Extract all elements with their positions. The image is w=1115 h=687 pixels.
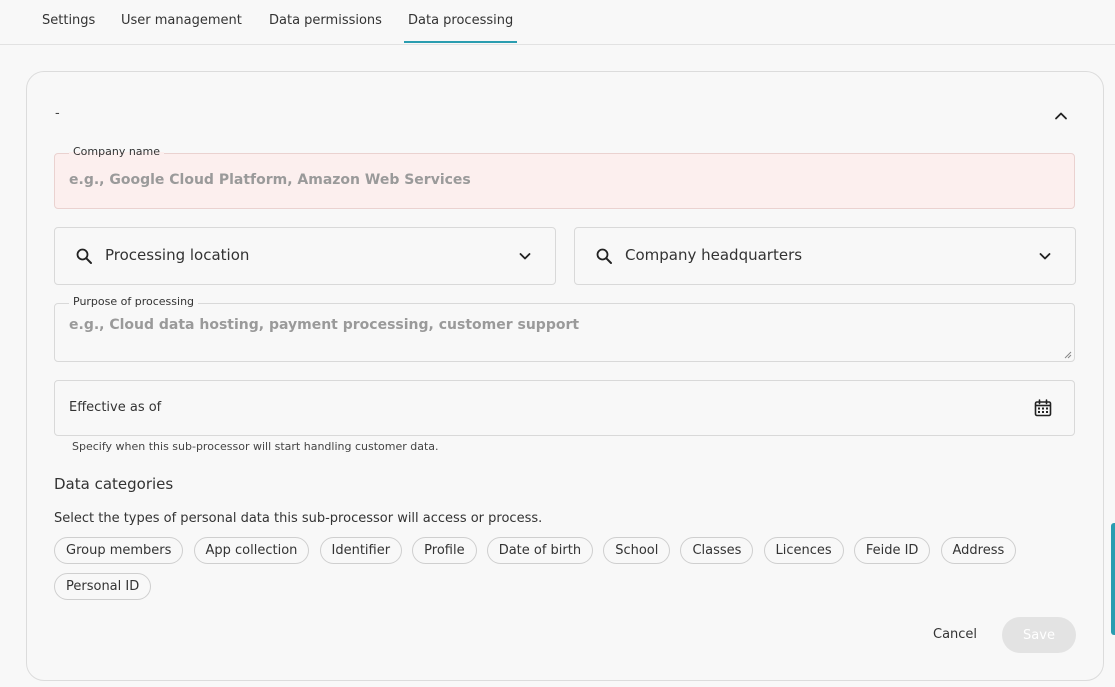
data-category-chips: Group members App collection Identifier …: [54, 537, 1054, 609]
processing-location-select[interactable]: Processing location: [54, 227, 556, 285]
sub-processor-card: - Company name e.g., Google Cloud Platfo…: [26, 71, 1104, 681]
company-name-label: Company name: [69, 145, 165, 159]
tab-data-processing[interactable]: Data processing: [403, 13, 518, 43]
side-panel-handle[interactable]: [1111, 523, 1115, 635]
chip-feide-id[interactable]: Feide ID: [853, 537, 931, 564]
tab-settings[interactable]: Settings: [42, 13, 95, 28]
data-categories-description: Select the types of personal data this s…: [54, 511, 543, 526]
search-icon: [596, 248, 612, 264]
chip-school[interactable]: School: [603, 537, 671, 564]
tab-data-permissions[interactable]: Data permissions: [269, 13, 382, 28]
chevron-down-icon: [1039, 253, 1051, 260]
processing-location-placeholder: Processing location: [105, 246, 250, 264]
cancel-button[interactable]: Cancel: [933, 627, 977, 642]
save-button[interactable]: Save: [1002, 617, 1076, 653]
search-icon: [76, 248, 92, 264]
effective-date-field[interactable]: Effective as of: [54, 380, 1075, 436]
purpose-label: Purpose of processing: [69, 295, 199, 309]
effective-date-helper: Specify when this sub-processor will sta…: [72, 440, 439, 453]
data-categories-title: Data categories: [54, 475, 174, 493]
chip-app-collection[interactable]: App collection: [193, 537, 310, 564]
chevron-up-icon[interactable]: [1053, 108, 1069, 124]
purpose-of-processing-field[interactable]: Purpose of processing e.g., Cloud data h…: [54, 295, 1075, 362]
effective-date-label: Effective as of: [69, 400, 162, 415]
tab-user-management[interactable]: User management: [121, 13, 242, 28]
chip-group-members[interactable]: Group members: [54, 537, 184, 564]
calendar-icon[interactable]: [1034, 399, 1052, 417]
chip-profile[interactable]: Profile: [412, 537, 477, 564]
chip-classes[interactable]: Classes: [680, 537, 754, 564]
chip-identifier[interactable]: Identifier: [319, 537, 403, 564]
chip-licences[interactable]: Licences: [763, 537, 844, 564]
purpose-placeholder: e.g., Cloud data hosting, payment proces…: [69, 317, 580, 333]
chip-personal-id[interactable]: Personal ID: [54, 573, 152, 600]
chip-date-of-birth[interactable]: Date of birth: [486, 537, 594, 564]
company-headquarters-placeholder: Company headquarters: [625, 246, 803, 264]
chevron-down-icon: [519, 253, 531, 260]
company-name-field[interactable]: Company name e.g., Google Cloud Platform…: [54, 145, 1075, 209]
company-name-placeholder: e.g., Google Cloud Platform, Amazon Web …: [69, 172, 471, 188]
company-headquarters-select[interactable]: Company headquarters: [574, 227, 1076, 285]
tab-bar: Settings User management Data permission…: [0, 0, 1115, 45]
resize-handle-icon[interactable]: [1064, 351, 1072, 359]
chip-address[interactable]: Address: [940, 537, 1017, 564]
card-title: -: [55, 106, 60, 121]
